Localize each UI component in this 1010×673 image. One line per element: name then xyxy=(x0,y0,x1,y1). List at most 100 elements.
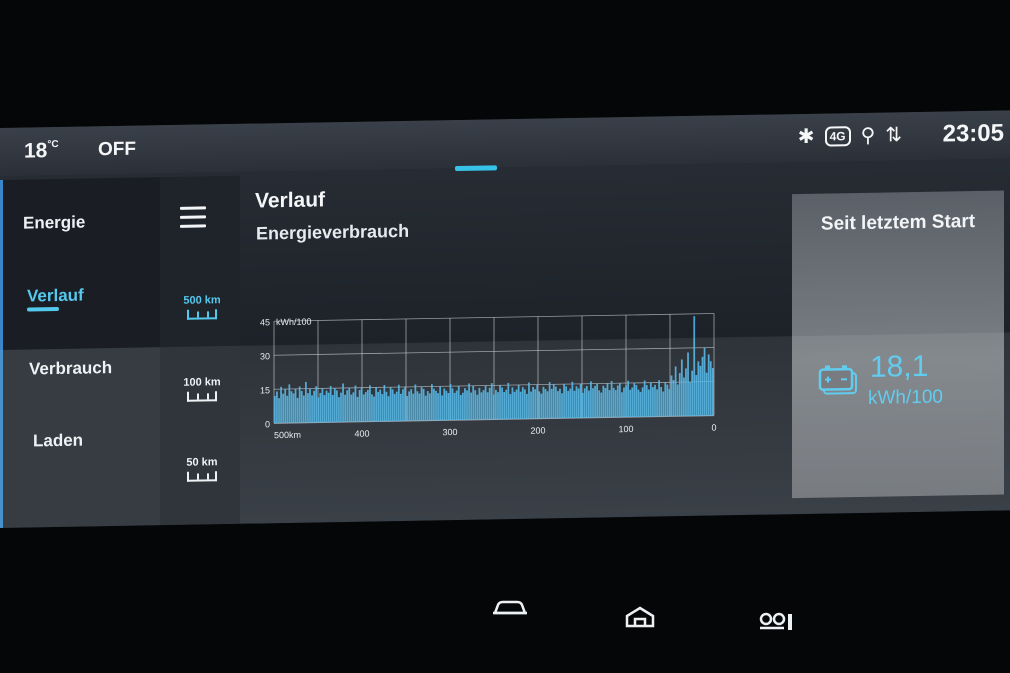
chart-bar xyxy=(484,385,487,420)
x-tick-label: 0 xyxy=(711,422,716,432)
chart-bar xyxy=(366,389,369,422)
sidebar-item-laden[interactable]: Laden xyxy=(33,431,83,452)
chart-bar xyxy=(410,389,413,421)
car-icon[interactable] xyxy=(492,598,528,626)
scale-option-500km[interactable]: 500 km xyxy=(174,294,230,320)
chart-bar xyxy=(323,395,326,423)
y-tick-label: 30 xyxy=(260,351,270,361)
chart-bar xyxy=(300,390,303,423)
chart-bar xyxy=(625,385,627,418)
chart-bar xyxy=(606,383,609,418)
chart-bar xyxy=(480,392,483,420)
chart-bar xyxy=(540,393,543,419)
chart-bar xyxy=(709,361,712,416)
chart-bar xyxy=(354,385,357,422)
chart-bar xyxy=(711,367,714,416)
chart-bar xyxy=(635,385,638,417)
apps-icon[interactable] xyxy=(758,612,796,638)
chart-bar xyxy=(526,393,528,419)
chart-bar xyxy=(352,392,355,422)
sidebar-item-energie[interactable]: Energie xyxy=(23,213,85,234)
chart-bar xyxy=(610,381,613,418)
chart-bar xyxy=(633,382,636,417)
sidebar-item-verbrauch[interactable]: Verbrauch xyxy=(29,358,112,379)
chart-bar xyxy=(705,372,708,416)
chart-bar xyxy=(629,389,632,418)
chart-bar xyxy=(579,383,582,418)
chart-bar xyxy=(499,385,501,420)
chart-bar xyxy=(358,389,361,422)
chart-bar xyxy=(371,394,373,422)
scale-selector: 500 km 100 km 50 km xyxy=(160,175,240,526)
chart-bar xyxy=(546,391,549,419)
chart-bar xyxy=(627,380,630,418)
chart-bar xyxy=(581,392,584,418)
chart-bar xyxy=(451,388,454,421)
x-tick-label: 300 xyxy=(442,427,457,437)
chart-bar xyxy=(503,391,506,420)
chart-bar xyxy=(412,393,415,421)
chart-bar xyxy=(652,387,654,417)
chart-bar xyxy=(604,387,607,418)
chart-bar xyxy=(509,394,512,420)
chart-bar xyxy=(416,391,419,421)
network-4g-icon: 4G xyxy=(824,125,851,147)
chart-bar xyxy=(534,389,537,419)
chart-bar xyxy=(575,386,578,418)
chart-bar xyxy=(542,386,545,419)
chart-bar xyxy=(693,316,696,416)
chart-bar xyxy=(333,388,336,423)
chart-bar xyxy=(687,352,689,417)
energy-consumption-chart: 0 15 30 45 kWh/100 500km 400 300 200 100 0 xyxy=(260,313,717,440)
chart-bar xyxy=(307,393,309,423)
temperature-readout[interactable]: 18°C xyxy=(24,139,59,164)
chart-bar xyxy=(373,396,375,422)
summary-panel[interactable]: Seit letztem Start 18,1 kWh/100 xyxy=(792,190,1004,499)
x-tick-label: 400 xyxy=(354,429,369,439)
chart-bar xyxy=(571,381,574,419)
chart-bar xyxy=(649,382,652,417)
sidebar-item-verlauf[interactable]: Verlauf xyxy=(27,286,84,307)
chart-bar xyxy=(284,389,287,424)
home-icon[interactable] xyxy=(624,606,656,634)
chart-bar xyxy=(678,373,681,417)
scale-option-50km[interactable]: 50 km xyxy=(174,456,230,482)
chart-bar xyxy=(408,391,411,421)
chart-bar xyxy=(360,387,363,422)
bottom-hardware-nav xyxy=(0,598,1010,638)
chart-bar xyxy=(608,390,611,418)
chart-bar xyxy=(662,391,665,417)
chart-bar xyxy=(600,392,603,418)
chart-bar xyxy=(468,383,470,420)
chart-bar xyxy=(383,385,386,422)
chart-bar xyxy=(346,390,349,422)
chart-bar xyxy=(548,382,551,419)
chart-bar xyxy=(470,392,473,420)
menu-icon[interactable] xyxy=(180,206,206,233)
chart-bar xyxy=(557,391,559,419)
chart-bar xyxy=(695,375,698,416)
chart-bar xyxy=(393,393,396,422)
pull-down-handle[interactable] xyxy=(455,165,497,172)
chart-bar xyxy=(488,387,491,420)
chart-bar xyxy=(544,388,547,419)
chart-bar xyxy=(517,384,520,419)
ac-status[interactable]: OFF xyxy=(98,139,136,162)
chart-bar xyxy=(302,395,305,423)
chart-bar xyxy=(703,347,706,416)
chart-bar xyxy=(474,390,477,420)
chart-bar xyxy=(563,384,565,419)
chart-bar xyxy=(486,392,489,420)
chart-bar xyxy=(621,392,623,418)
chart-bar xyxy=(482,390,485,420)
chart-bar xyxy=(428,393,431,421)
chart-bar xyxy=(338,397,340,423)
chart-bar xyxy=(319,392,322,423)
chart-bar xyxy=(552,384,555,419)
chart-bar xyxy=(689,381,691,416)
chart-bar xyxy=(418,393,421,421)
chart-bar xyxy=(290,391,293,423)
chart-bar xyxy=(497,392,499,420)
chart-bar xyxy=(670,375,673,417)
scale-option-100km[interactable]: 100 km xyxy=(174,376,230,402)
